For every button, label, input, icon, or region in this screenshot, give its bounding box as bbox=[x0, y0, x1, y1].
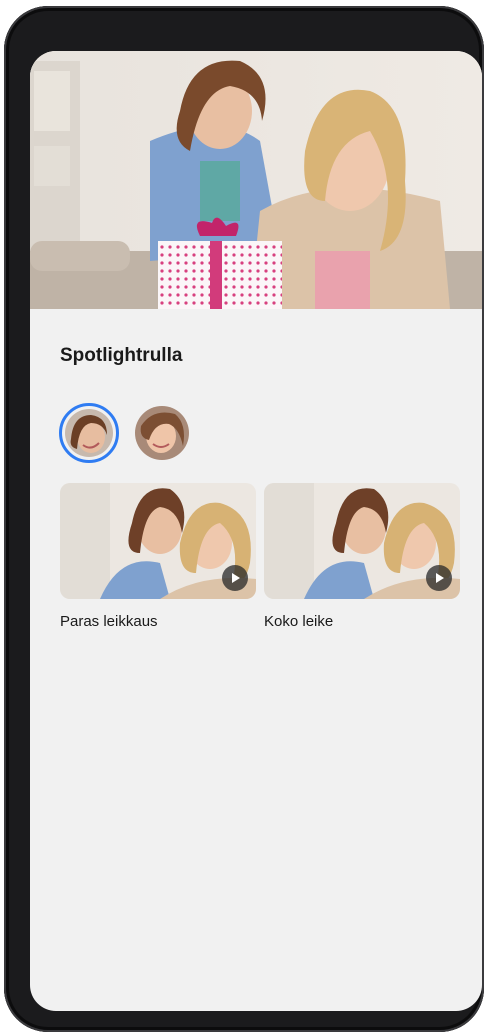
girl-face-image bbox=[65, 409, 113, 457]
clip-label: Paras leikkaus bbox=[60, 613, 158, 630]
clip-card-full-clip[interactable]: Koko leike bbox=[264, 483, 460, 630]
hero-photo[interactable] bbox=[30, 51, 482, 309]
play-icon[interactable] bbox=[426, 565, 452, 591]
screen: Spotlightrulla Paras leikkaus Koko leike bbox=[30, 51, 482, 1011]
clip-label: Koko leike bbox=[264, 613, 334, 630]
phone-frame: Spotlightrulla Paras leikkaus Koko leike bbox=[4, 6, 484, 1032]
play-icon[interactable] bbox=[222, 565, 248, 591]
clip-thumbnail bbox=[264, 483, 460, 599]
person-avatar[interactable] bbox=[135, 406, 189, 460]
clip-card-best-cut[interactable]: Paras leikkaus bbox=[60, 483, 256, 630]
clip-thumbnail bbox=[60, 483, 256, 599]
person-avatar-selected[interactable] bbox=[59, 403, 119, 463]
section-title: Spotlightrulla bbox=[60, 345, 183, 366]
